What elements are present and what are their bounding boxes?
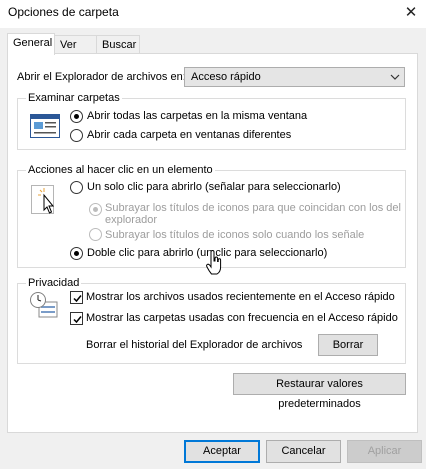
restore-defaults-button[interactable]: Restaurar valores predeterminados xyxy=(233,373,406,410)
window-icon xyxy=(30,114,60,138)
single-click-radio[interactable] xyxy=(70,181,83,194)
tab-ver[interactable]: Ver xyxy=(54,35,97,55)
window-title: Opciones de carpeta xyxy=(8,5,119,19)
apply-button[interactable]: Aplicar xyxy=(347,440,422,463)
privacy-legend: Privacidad xyxy=(26,277,82,289)
open-explorer-select[interactable]: Acceso rápido xyxy=(184,67,405,87)
open-explorer-value: Acceso rápido xyxy=(191,71,261,83)
checkmark-icon xyxy=(73,295,82,303)
same-window-label[interactable]: Abrir todas las carpetas en la misma ven… xyxy=(87,110,307,122)
frequent-folders-checkbox[interactable] xyxy=(70,312,83,325)
recent-files-label[interactable]: Mostrar los archivos usados recientement… xyxy=(86,291,395,303)
cancel-button[interactable]: Cancelar xyxy=(266,440,341,463)
title-bar: Opciones de carpeta ✕ xyxy=(0,0,426,28)
ok-button[interactable]: Aceptar xyxy=(184,440,260,463)
separate-window-radio[interactable] xyxy=(70,129,83,142)
close-icon[interactable]: ✕ xyxy=(399,2,423,24)
single-click-label[interactable]: Un solo clic para abrirlo (señalar para … xyxy=(87,181,341,193)
recent-files-checkbox[interactable] xyxy=(70,291,83,304)
underline-hover-label: Subrayar los títulos de iconos solo cuan… xyxy=(105,229,365,241)
checkmark-icon xyxy=(73,316,82,324)
clear-history-button[interactable]: Borrar xyxy=(318,334,378,356)
same-window-radio[interactable] xyxy=(70,110,83,123)
tab-buscar[interactable]: Buscar xyxy=(96,35,140,55)
underline-always-label: Subrayar los títulos de iconos para que … xyxy=(105,202,401,214)
underline-always-radio[interactable] xyxy=(89,203,102,216)
hand-cursor-icon xyxy=(206,250,222,275)
frequent-folders-label[interactable]: Mostrar las carpetas usadas con frecuenc… xyxy=(86,312,398,324)
browse-folders-group xyxy=(17,98,406,150)
chevron-down-icon xyxy=(390,74,400,80)
browse-folders-legend: Examinar carpetas xyxy=(26,92,122,104)
double-click-radio[interactable] xyxy=(70,247,83,260)
open-explorer-label: Abrir el Explorador de archivos en: xyxy=(17,71,186,83)
clock-history-icon xyxy=(30,292,58,318)
underline-always-label-cont: explorador xyxy=(105,214,157,226)
separate-window-label[interactable]: Abrir cada carpeta en ventanas diferente… xyxy=(87,129,291,141)
click-actions-legend: Acciones al hacer clic en un elemento xyxy=(26,164,215,176)
tab-general[interactable]: General xyxy=(7,33,55,55)
pointer-icon xyxy=(31,185,55,214)
clear-history-label: Borrar el historial del Explorador de ar… xyxy=(86,339,303,351)
underline-hover-radio[interactable] xyxy=(89,228,102,241)
